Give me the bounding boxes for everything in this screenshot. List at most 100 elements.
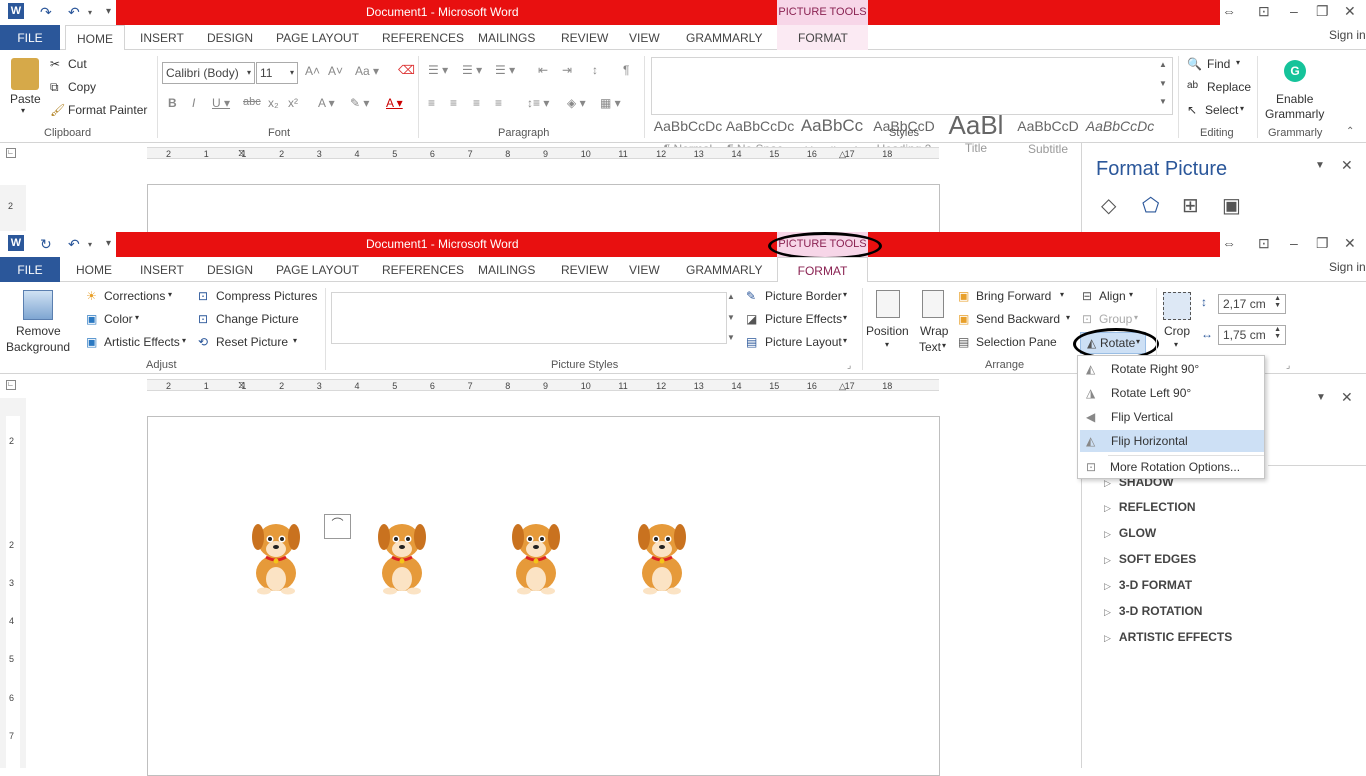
align-center-icon[interactable]: ≡ (450, 96, 457, 110)
indent-marker-icon[interactable]: ⧖ (238, 148, 245, 159)
picture-layout-icon[interactable]: ▤ (746, 335, 757, 349)
remove-background-label-1[interactable]: Remove (16, 324, 61, 338)
bullets-icon[interactable]: ☰ ▾ (428, 63, 448, 77)
picture-layout-button[interactable]: Picture Layout (765, 335, 842, 349)
menu-flip-vertical[interactable]: ◀ Flip Vertical (1078, 406, 1264, 428)
color-dropdown-icon[interactable]: ▾ (135, 313, 139, 322)
menu-flip-horizontal[interactable]: ◭ Flip Horizontal (1080, 430, 1264, 452)
tab-selector-icon[interactable]: ∟ (6, 148, 16, 158)
send-backward-icon[interactable]: ▣ (958, 312, 969, 326)
layout-properties-icon[interactable]: ⊞ (1182, 193, 1199, 218)
select-icon[interactable]: ↖ (1187, 103, 1197, 117)
pane-section-glow[interactable]: ▷ GLOW (1104, 526, 1156, 540)
bring-forward-icon[interactable]: ▣ (958, 289, 969, 303)
picture-effects-dropdown-icon[interactable]: ▾ (843, 313, 847, 322)
tab-home-2[interactable]: HOME (76, 263, 112, 277)
align-right-icon[interactable]: ≡ (473, 96, 480, 110)
tab-insert[interactable]: INSERT (140, 31, 184, 45)
cut-button[interactable]: Cut (68, 57, 87, 71)
tab-page-layout-2[interactable]: PAGE LAYOUT (276, 263, 359, 277)
grammarly-button-label[interactable]: Grammarly (1265, 107, 1324, 121)
multilevel-list-icon[interactable]: ☰ ▾ (495, 63, 515, 77)
paste-icon[interactable] (11, 58, 39, 90)
tab-references-2[interactable]: REFERENCES (382, 263, 464, 277)
customize-qat-icon[interactable]: ▾ (106, 6, 111, 17)
fill-line-icon[interactable]: ◇ (1101, 193, 1116, 218)
sign-in-link-2[interactable]: Sign in (1329, 260, 1366, 274)
pane-options-icon[interactable]: ▼ (1315, 160, 1325, 171)
underline-icon[interactable]: U ▾ (212, 96, 230, 110)
decrease-indent-icon[interactable]: ⇤ (538, 63, 548, 77)
menu-rotate-right[interactable]: ◭ Rotate Right 90° (1078, 358, 1264, 380)
format-painter-icon[interactable]: 🖌 (50, 103, 65, 117)
remove-background-label-2[interactable]: Background (6, 340, 70, 354)
collapse-ribbon-icon[interactable]: ⌃ (1346, 126, 1354, 137)
tab-mailings-2[interactable]: MAILINGS (478, 263, 535, 277)
picture-styles-more-icon[interactable]: ▼ (727, 333, 735, 342)
superscript-icon[interactable]: x² (288, 96, 298, 110)
picture-effects-button[interactable]: Picture Effects (765, 312, 842, 326)
bring-forward-button[interactable]: Bring Forward (976, 289, 1051, 303)
dog-picture[interactable] (506, 511, 566, 595)
group-button[interactable]: Group (1099, 312, 1132, 326)
select-button[interactable]: Select (1205, 103, 1238, 117)
group-dropdown-icon[interactable]: ▾ (1134, 313, 1138, 322)
menu-more-rotation-options[interactable]: ⊡ More Rotation Options... (1078, 456, 1264, 478)
tab-design-2[interactable]: DESIGN (207, 263, 253, 277)
help-icon[interactable]: ⊡ (1258, 3, 1270, 20)
compress-pictures-icon[interactable]: ⊡ (198, 289, 208, 303)
align-button[interactable]: Align (1099, 289, 1126, 303)
tab-page-layout[interactable]: PAGE LAYOUT (276, 31, 359, 45)
indent-marker-icon[interactable]: ⧖ (238, 380, 245, 391)
remove-background-icon[interactable] (23, 290, 53, 320)
shading-icon[interactable]: ◈ ▾ (567, 96, 586, 110)
maximize-icon-2[interactable]: ❐ (1316, 235, 1329, 252)
artistic-effects-button[interactable]: Artistic Effects (104, 335, 180, 349)
close-icon-2[interactable]: ✕ (1344, 235, 1356, 252)
tab-design[interactable]: DESIGN (207, 31, 253, 45)
pane-section-3-d-format[interactable]: ▷ 3-D FORMAT (1104, 578, 1192, 592)
minimize-icon-2[interactable]: – (1290, 235, 1298, 251)
sort-icon[interactable]: ↕ (592, 63, 598, 77)
selection-pane-icon[interactable]: ▤ (958, 335, 969, 349)
pane-close-icon-2[interactable]: ✕ (1341, 389, 1353, 406)
size-launcher-icon[interactable]: ⌟ (1286, 360, 1290, 371)
reset-picture-button[interactable]: Reset Picture (216, 335, 288, 349)
crop-button[interactable]: Crop (1164, 324, 1190, 338)
tab-grammarly[interactable]: GRAMMARLY (686, 31, 762, 45)
picture-border-icon[interactable]: ✎ (746, 289, 756, 303)
color-icon[interactable]: ▣ (86, 312, 97, 326)
bold-icon[interactable]: B (168, 96, 177, 110)
styles-scroll-down-icon[interactable]: ▼ (1159, 79, 1167, 88)
tab-file-2[interactable]: FILE (0, 257, 60, 282)
enable-grammarly-label[interactable]: Enable (1276, 92, 1313, 106)
wrap-label-1[interactable]: Wrap (920, 324, 948, 338)
color-button[interactable]: Color (104, 312, 133, 326)
undo-dropdown-icon[interactable]: ▾ (88, 8, 92, 17)
copy-icon[interactable]: ⧉ (50, 80, 59, 95)
change-picture-icon[interactable]: ⊡ (198, 312, 208, 326)
format-painter-button[interactable]: Format Painter (68, 103, 147, 117)
wrap-text-icon[interactable] (922, 290, 944, 318)
select-dropdown-icon[interactable]: ▾ (1240, 104, 1244, 113)
picture-styles-up-icon[interactable]: ▲ (727, 292, 735, 301)
reset-picture-icon[interactable]: ⟲ (198, 335, 208, 349)
close-icon[interactable]: ✕ (1344, 3, 1356, 20)
group-icon[interactable]: ⊡ (1082, 312, 1092, 326)
minimize-icon[interactable]: – (1290, 3, 1298, 19)
corrections-button[interactable]: Corrections (104, 289, 165, 303)
picture-border-button[interactable]: Picture Border (765, 289, 842, 303)
highlight-icon[interactable]: ✎ ▾ (350, 96, 369, 110)
font-name-select[interactable]: Calibri (Body) ▾ (162, 62, 255, 84)
right-indent-marker-icon[interactable]: △ (839, 149, 846, 160)
send-backward-dropdown-icon[interactable]: ▾ (1066, 313, 1070, 322)
document-page-top[interactable] (147, 184, 940, 232)
pane-section-3-d-rotation[interactable]: ▷ 3-D ROTATION (1104, 604, 1202, 618)
right-indent-marker-icon[interactable]: △ (839, 381, 846, 392)
redo-icon-2[interactable]: ↻ (40, 236, 52, 253)
save-icon[interactable]: ↷ (40, 4, 52, 21)
ribbon-display-icon[interactable]: ⇔ (1222, 3, 1236, 19)
justify-icon[interactable]: ≡ (495, 96, 502, 110)
sign-in-link[interactable]: Sign in (1329, 28, 1366, 42)
tab-grammarly-2[interactable]: GRAMMARLY (686, 263, 762, 277)
